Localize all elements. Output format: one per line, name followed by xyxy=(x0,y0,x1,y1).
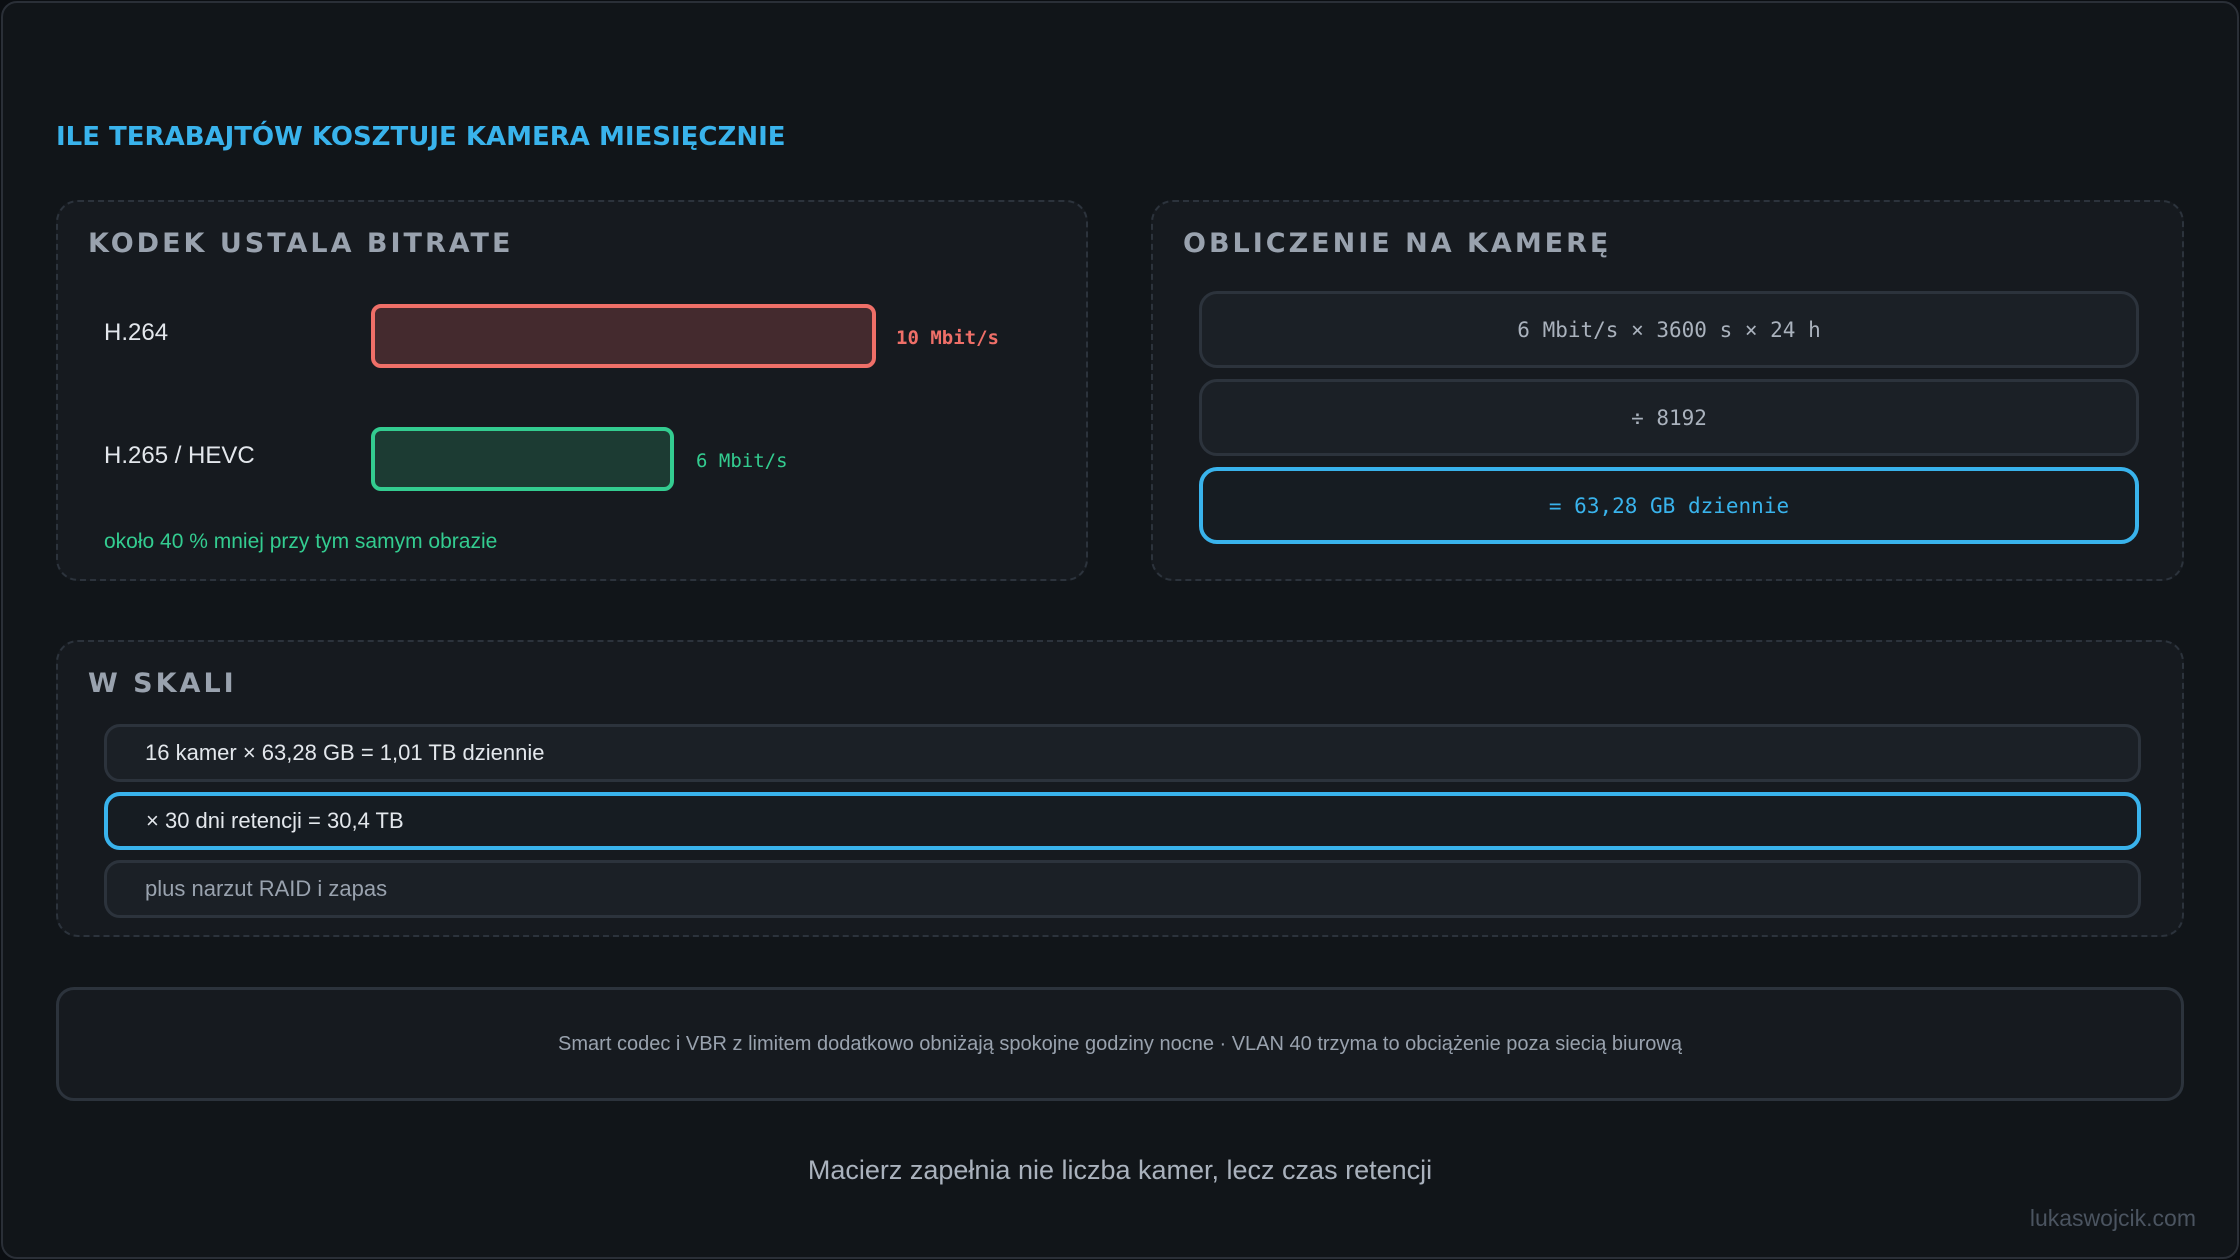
bitrate-value-h264: 10 Mbit/s xyxy=(896,327,999,349)
bottom-caption: Macierz zapełnia nie liczba kamer, lecz … xyxy=(807,1155,1433,1185)
codec-panel-title: KODEK USTALA BITRATE xyxy=(88,228,514,259)
calc-step-bitrate-times-day: 6 Mbit/s × 3600 s × 24 h xyxy=(1199,291,2139,368)
bitrate-bar-h265 xyxy=(371,427,674,491)
page-title: ILE TERABAJTÓW KOSZTUJE KAMERA MIESIĘCZN… xyxy=(56,122,786,152)
calc-step-divide: ÷ 8192 xyxy=(1199,379,2139,456)
codec-label-h265: H.265 / HEVC xyxy=(104,442,255,469)
scale-row-retention: × 30 dni retencji = 30,4 TB xyxy=(104,792,2141,850)
calculation-panel-title: OBLICZENIE NA KAMERĘ xyxy=(1183,228,1612,259)
footnote-box: Smart codec i VBR z limitem dodatkowo ob… xyxy=(56,987,2184,1101)
bitrate-bar-h264 xyxy=(371,304,876,368)
bitrate-value-h265: 6 Mbit/s xyxy=(696,450,788,472)
scale-row-daily: 16 kamer × 63,28 GB = 1,01 TB dziennie xyxy=(104,724,2141,782)
codec-savings-note: około 40 % mniej przy tym samym obrazie xyxy=(104,530,498,553)
scale-panel: W SKALI 16 kamer × 63,28 GB = 1,01 TB dz… xyxy=(56,640,2184,937)
codec-label-h264: H.264 xyxy=(104,319,169,346)
calculation-panel: OBLICZENIE NA KAMERĘ 6 Mbit/s × 3600 s ×… xyxy=(1151,200,2184,581)
scale-row-overhead: plus narzut RAID i zapas xyxy=(104,860,2141,918)
calc-step-result: = 63,28 GB dziennie xyxy=(1199,467,2139,544)
scale-panel-title: W SKALI xyxy=(88,668,237,699)
watermark: lukaswojcik.com xyxy=(2029,1205,2196,1231)
codec-panel: KODEK USTALA BITRATE H.264 10 Mbit/s H.2… xyxy=(56,200,1088,581)
